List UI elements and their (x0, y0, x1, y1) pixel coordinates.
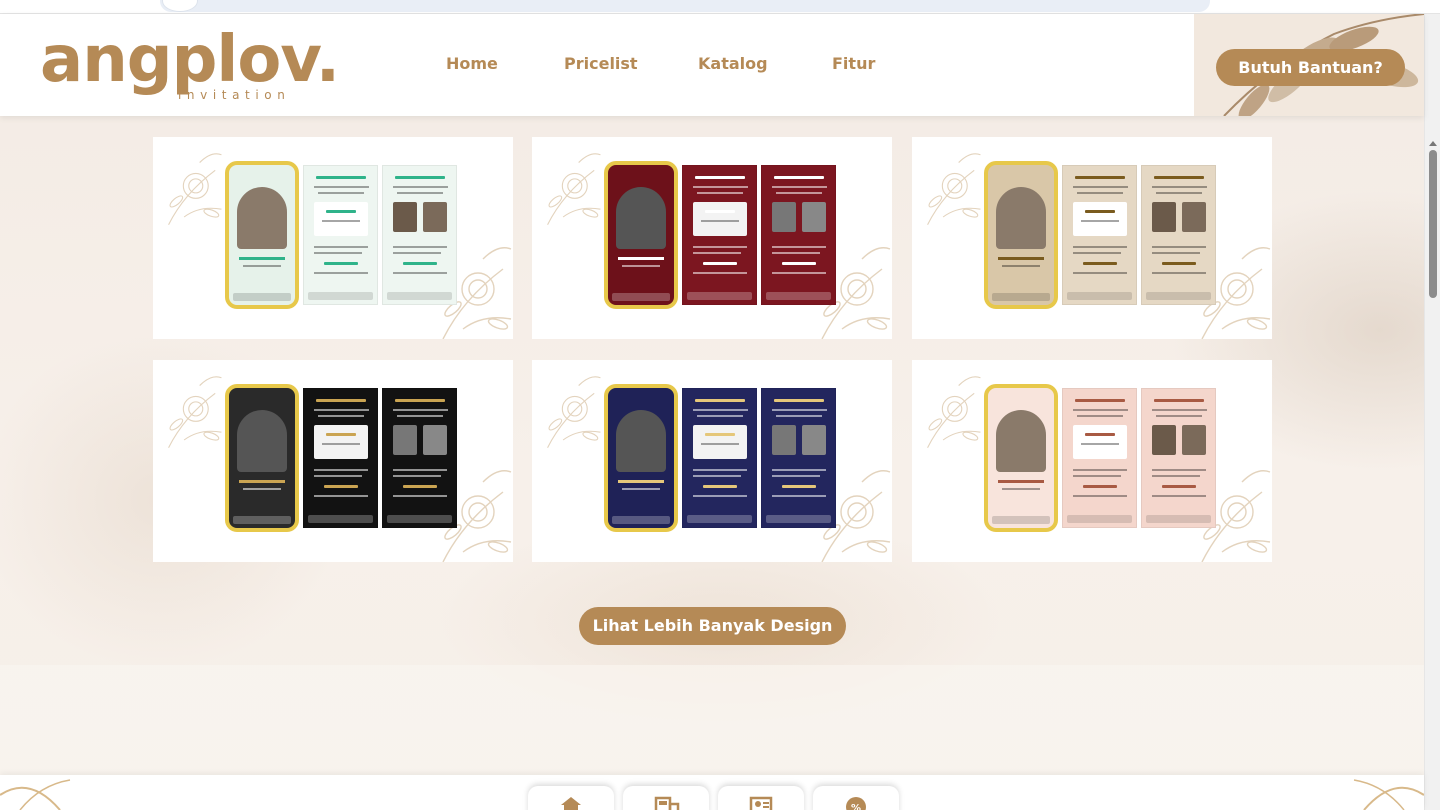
invitation-page-preview (1141, 388, 1216, 528)
phone-preview (225, 384, 299, 532)
next-section-preview (0, 775, 1424, 810)
more-designs-button[interactable]: Lihat Lebih Banyak Design (579, 607, 846, 645)
invitation-page-preview (382, 165, 457, 305)
floral-ornament (912, 360, 982, 450)
section-divider-band (0, 665, 1424, 775)
catalog-card-beige[interactable] (912, 137, 1272, 339)
catalog-card-pink[interactable] (912, 360, 1272, 562)
nav-home[interactable]: Home (446, 54, 498, 73)
logo-subtitle: invitation (178, 88, 291, 102)
bottom-nav-discount[interactable]: % (813, 786, 899, 810)
phone-preview (604, 161, 678, 309)
phone-preview (984, 161, 1058, 309)
invitation-page-preview (303, 388, 378, 528)
invitation-page-preview (1062, 388, 1137, 528)
floral-ornament (153, 137, 223, 227)
floral-ornament (912, 137, 982, 227)
bottom-nav-home[interactable] (528, 786, 614, 810)
invitation-page-preview (761, 388, 836, 528)
address-bar[interactable] (160, 0, 1210, 12)
browser-toolbar (0, 0, 1440, 14)
catalog-card-green[interactable] (153, 137, 513, 339)
floral-ornament (153, 360, 223, 450)
floral-ornament (532, 137, 602, 227)
nav-fitur[interactable]: Fitur (832, 54, 875, 73)
invitation-page-preview (1062, 165, 1137, 305)
catalog-card-black[interactable] (153, 360, 513, 562)
invitation-page-preview (382, 388, 457, 528)
site-header: angplov. invitation Home Pricelist Katal… (0, 14, 1424, 116)
invitation-page-preview (761, 165, 836, 305)
bottom-nav-catalog[interactable] (623, 786, 709, 810)
brand-logo[interactable]: angplov. invitation (40, 20, 340, 112)
home-icon (561, 797, 581, 810)
discount-icon: % (846, 797, 866, 810)
help-button[interactable]: Butuh Bantuan? (1216, 49, 1405, 86)
invitation-page-preview (682, 165, 757, 305)
nav-pricelist[interactable]: Pricelist (564, 54, 638, 73)
catalog-icon (654, 796, 680, 810)
floral-border-decoration (0, 779, 1424, 810)
bottom-nav-contact[interactable] (718, 786, 804, 810)
catalog-card-navy[interactable] (532, 360, 892, 562)
phone-preview (984, 384, 1058, 532)
invitation-page-preview (682, 388, 757, 528)
svg-text:%: % (851, 803, 861, 810)
nav-katalog[interactable]: Katalog (698, 54, 768, 73)
scrollbar-thumb[interactable] (1429, 150, 1437, 298)
floral-ornament (532, 360, 602, 450)
invitation-page-preview (1141, 165, 1216, 305)
catalog-card-maroon[interactable] (532, 137, 892, 339)
scroll-up-icon[interactable] (1429, 141, 1437, 146)
contact-card-icon (749, 796, 773, 810)
phone-preview (225, 161, 299, 309)
phone-preview (604, 384, 678, 532)
page-scrollbar[interactable] (1424, 14, 1440, 810)
invitation-page-preview (303, 165, 378, 305)
